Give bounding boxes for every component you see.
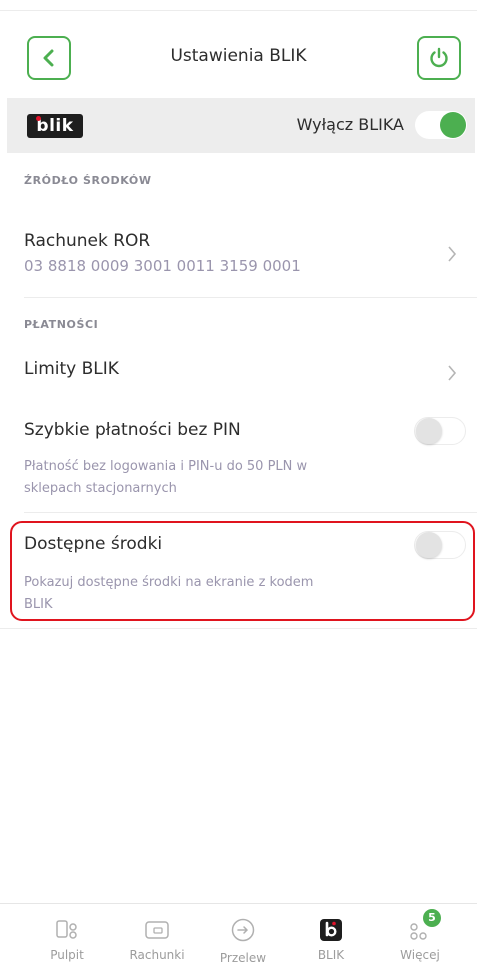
blik-toggle[interactable] [415, 111, 467, 139]
divider [24, 297, 477, 298]
chevron-right-icon [448, 365, 457, 381]
power-button[interactable] [417, 36, 461, 80]
limits-label: Limity BLIK [24, 359, 119, 379]
nav-label: Więcej [400, 948, 440, 962]
available-funds-description: Pokazuj dostępne środki na ekranie z kod… [24, 575, 314, 612]
blik-logo: blik [27, 114, 83, 138]
toggle-knob [440, 112, 466, 138]
nav-item-przelew[interactable]: Przelew [198, 904, 288, 971]
top-divider [0, 10, 477, 11]
blik-toggle-label: Wyłącz BLIKA [296, 115, 404, 134]
available-funds-label: Dostępne środki [24, 534, 163, 554]
nav-label: Pulpit [50, 948, 84, 962]
available-funds-toggle[interactable] [414, 531, 466, 559]
limits-row[interactable]: Limity BLIK [0, 355, 477, 389]
nav-item-rachunki[interactable]: Rachunki [112, 904, 202, 971]
account-name: Rachunek ROR [24, 231, 151, 251]
nav-label: BLIK [317, 948, 345, 962]
account-number: 03 8818 0009 3001 0011 3159 0001 [24, 257, 301, 275]
account-row[interactable]: Rachunek ROR 03 8818 0009 3001 0011 3159… [0, 225, 477, 285]
nav-label: Przelew [219, 951, 267, 965]
divider [0, 628, 477, 629]
toggle-knob [416, 532, 442, 558]
logo-dot [36, 116, 41, 121]
transfer-icon [231, 918, 255, 942]
quick-pay-toggle[interactable] [414, 417, 466, 445]
nav-item-pulpit[interactable]: Pulpit [22, 904, 112, 971]
dashboard-icon [56, 920, 77, 939]
bottom-nav: Pulpit Rachunki Przelew BLIK 5 Więcej [0, 903, 477, 971]
nav-item-blik[interactable]: BLIK [286, 904, 376, 971]
quick-pay-label: Szybkie płatności bez PIN [24, 420, 241, 440]
wallet-icon [145, 921, 169, 939]
header: Ustawienia BLIK [0, 28, 477, 88]
page-title: Ustawienia BLIK [170, 46, 307, 66]
chevron-right-icon [448, 246, 457, 262]
nav-label: Rachunki [129, 948, 185, 962]
power-icon [430, 47, 448, 68]
section-payments: PŁATNOŚCI [24, 318, 99, 331]
notification-badge: 5 [423, 909, 441, 927]
blik-icon [320, 919, 342, 941]
quick-pay-description: Płatność bez logowania i PIN-u do 50 PLN… [24, 459, 308, 496]
blik-status-bar: blik Wyłącz BLIKA [7, 98, 475, 153]
section-funds-source: ŹRÓDŁO ŚRODKÓW [24, 174, 152, 187]
blik-logo-text: blik [36, 116, 74, 136]
nav-item-wiecej[interactable]: 5 Więcej [375, 904, 465, 971]
toggle-knob [416, 418, 442, 444]
divider [24, 512, 477, 513]
